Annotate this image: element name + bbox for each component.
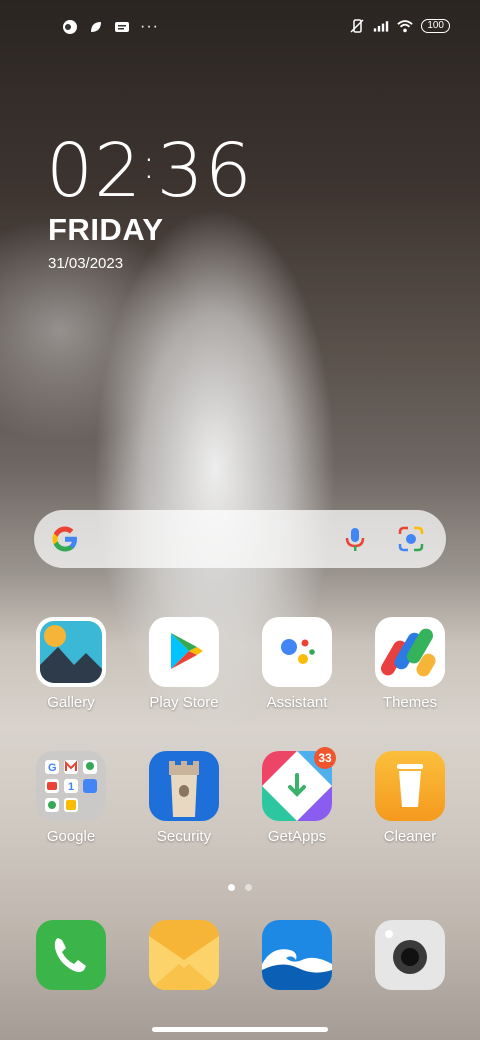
app-play-store[interactable]: Play Store <box>139 617 229 711</box>
app-google-folder[interactable]: G 1 Google <box>26 751 116 845</box>
clock-day: FRIDAY <box>48 212 164 247</box>
message-icon <box>115 22 129 32</box>
app-label: Themes <box>382 694 438 711</box>
assistant-icon <box>262 617 332 687</box>
app-themes[interactable]: Themes <box>365 617 455 711</box>
google-g-icon <box>52 526 77 552</box>
dock-phone[interactable] <box>26 920 116 990</box>
app-getapps[interactable]: 33 GetApps <box>252 747 342 845</box>
clock-minutes: 36 <box>156 128 253 214</box>
app-label: Gallery <box>47 694 95 711</box>
clock-date[interactable]: 31/03/2023 <box>48 255 123 272</box>
dock-browser[interactable] <box>252 920 342 990</box>
page-dot-active[interactable] <box>228 884 235 891</box>
phone-icon <box>36 920 106 990</box>
security-icon <box>149 751 219 821</box>
status-app-icon <box>63 20 77 34</box>
status-bar: ··· 100 <box>0 14 480 42</box>
cleaner-icon <box>375 751 445 821</box>
browser-icon <box>262 920 332 990</box>
gallery-icon <box>36 617 106 687</box>
status-right: 100 <box>349 18 450 34</box>
getapps-icon: 33 <box>262 747 336 821</box>
app-label: Security <box>156 828 212 845</box>
home-screen: ··· 100 02:36 FRIDAY 31/03/2023 Gallery … <box>0 0 480 1040</box>
google-lens-icon[interactable] <box>396 524 426 554</box>
clock-time[interactable]: 02:36 <box>46 128 253 214</box>
svg-text:G: G <box>48 762 57 774</box>
app-label: GetApps <box>267 828 327 845</box>
app-assistant[interactable]: Assistant <box>252 617 342 711</box>
mute-icon <box>350 19 364 33</box>
app-security[interactable]: Security <box>139 751 229 845</box>
app-label: Google <box>46 828 96 845</box>
messaging-icon <box>149 920 219 990</box>
page-dot[interactable] <box>245 884 252 891</box>
app-cleaner[interactable]: Cleaner <box>365 751 455 845</box>
wifi-icon <box>397 20 414 33</box>
more-dots-icon: ··· <box>140 18 159 35</box>
home-gesture-bar[interactable] <box>152 1027 328 1032</box>
google-search-bar[interactable] <box>34 510 446 568</box>
app-label: Assistant <box>266 694 328 711</box>
app-label: Cleaner <box>383 828 437 845</box>
camera-icon <box>375 920 445 990</box>
battery-icon: 100 <box>421 19 450 33</box>
themes-icon <box>375 617 445 687</box>
signal-icon <box>374 21 389 32</box>
status-left: ··· <box>62 19 159 35</box>
google-folder-icon: G 1 <box>36 751 106 821</box>
page-indicator[interactable] <box>0 878 480 896</box>
clock-hours: 02 <box>46 128 143 214</box>
microphone-icon[interactable] <box>340 524 370 554</box>
dock-camera[interactable] <box>365 920 455 990</box>
leaf-icon <box>91 22 101 32</box>
dock-messaging[interactable] <box>139 920 229 990</box>
notification-badge: 33 <box>314 747 336 769</box>
app-label: Play Store <box>149 694 219 711</box>
svg-text:1: 1 <box>68 781 74 793</box>
play-store-icon <box>149 617 219 687</box>
app-gallery[interactable]: Gallery <box>26 617 116 711</box>
